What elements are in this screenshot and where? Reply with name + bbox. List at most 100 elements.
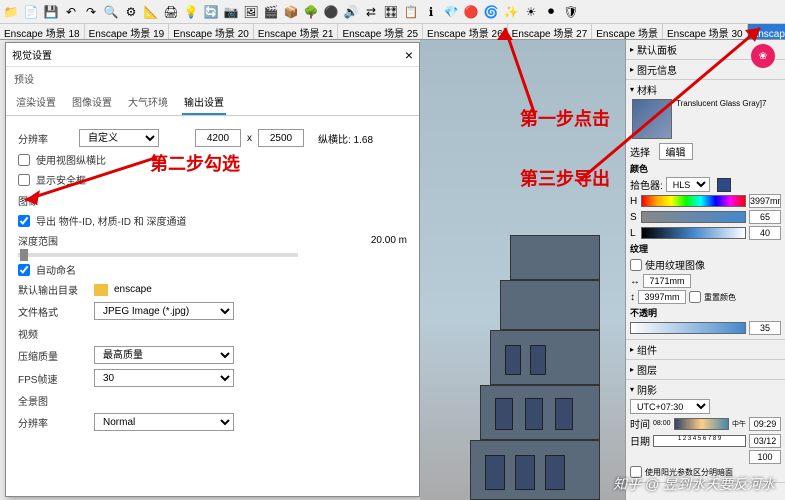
sat-input[interactable]: [749, 210, 781, 224]
edit-btn[interactable]: 编辑: [659, 143, 693, 160]
fps-select[interactable]: 30: [94, 369, 234, 387]
autoname-label: 自动命名: [36, 262, 76, 277]
toolbar-icon-16[interactable]: ⚫: [322, 3, 340, 21]
compress-select[interactable]: 最高质量: [94, 346, 234, 364]
res-height-input[interactable]: [258, 129, 304, 147]
toolbar-icon-5[interactable]: 🔍: [102, 3, 120, 21]
resolution-label: 分辨率: [18, 131, 73, 146]
toolbar-icon-2[interactable]: 💾: [42, 3, 60, 21]
materials-head[interactable]: 材料: [637, 82, 657, 97]
folder-icon[interactable]: [94, 284, 108, 296]
time-slider[interactable]: [674, 418, 729, 430]
hue-slider[interactable]: [641, 195, 746, 207]
toolbar-icon-28[interactable]: 🛡: [562, 3, 580, 21]
format-select[interactable]: JPEG Image (*.jpg): [94, 302, 234, 320]
tab-image[interactable]: 图像设置: [70, 90, 114, 115]
opacity-slider[interactable]: [630, 322, 746, 334]
viewport-ratio-label: 使用视图纵横比: [36, 152, 106, 167]
toolbar-icon-8[interactable]: 🖨: [162, 3, 180, 21]
date-slider[interactable]: 1 2 3 4 5 6 7 8 9: [653, 435, 746, 447]
scene-tab-9[interactable]: Enscape 场景 32: [748, 24, 785, 39]
toolbar-icon-25[interactable]: ✨: [502, 3, 520, 21]
toolbar-icon-12[interactable]: 🖼: [242, 3, 260, 21]
toolbar-icon-24[interactable]: 🌀: [482, 3, 500, 21]
tray-panel: ▸默认面板 ▸图元信息 ▾材料 Translucent Glass Gray]7…: [625, 40, 785, 500]
pano-res-label: 分辨率: [18, 415, 88, 430]
shadow-head[interactable]: 阴影: [637, 382, 657, 397]
layers-head[interactable]: 图层: [637, 362, 657, 377]
toolbar-icon-27[interactable]: ⏺: [542, 3, 560, 21]
opacity-input[interactable]: [749, 321, 781, 335]
safe-frame-checkbox[interactable]: [18, 174, 30, 186]
picker-select[interactable]: HLS: [666, 177, 710, 192]
count-input[interactable]: [749, 450, 781, 464]
safe-frame-label: 显示安全框: [36, 172, 86, 187]
scene-tab-2[interactable]: Enscape 场景 20: [169, 24, 254, 39]
tex-w-input[interactable]: [643, 274, 691, 288]
toolbar-icon-9[interactable]: 💡: [182, 3, 200, 21]
sat-slider[interactable]: [641, 211, 746, 223]
hue-input[interactable]: [749, 194, 781, 208]
tz-select[interactable]: UTC+07:30: [630, 399, 710, 414]
tab-atmos[interactable]: 大气环境: [126, 90, 170, 115]
toolbar-icon-1[interactable]: 📄: [22, 3, 40, 21]
toolbar-icon-15[interactable]: 🌳: [302, 3, 320, 21]
3d-viewport[interactable]: [420, 40, 625, 500]
toolbar-icon-22[interactable]: 💎: [442, 3, 460, 21]
toolbar-icon-17[interactable]: 🔊: [342, 3, 360, 21]
reset-color-checkbox[interactable]: [689, 291, 701, 303]
toolbar-icon-14[interactable]: 📦: [282, 3, 300, 21]
time-input[interactable]: [749, 417, 781, 431]
toolbar-icon-10[interactable]: 🔄: [202, 3, 220, 21]
visual-settings-dialog: 视觉设置 × 预设 渲染设置 图像设置 大气环境 输出设置 分辨率 自定义 x …: [5, 42, 420, 497]
res-width-input[interactable]: [195, 129, 241, 147]
scene-tab-4[interactable]: Enscape 场景 25: [338, 24, 423, 39]
toolbar-icon-18[interactable]: ⇄: [362, 3, 380, 21]
tab-output[interactable]: 输出设置: [182, 90, 226, 115]
depth-label: 深度范围: [18, 233, 58, 248]
close-icon[interactable]: ×: [405, 47, 413, 63]
toolbar-icon-6[interactable]: ⚙: [122, 3, 140, 21]
toolbar-icon-26[interactable]: ☀: [522, 3, 540, 21]
scene-tab-6[interactable]: Enscape 场景 27: [508, 24, 593, 39]
components-head[interactable]: 组件: [637, 342, 657, 357]
scene-tab-7[interactable]: Enscape 场景: [592, 24, 663, 39]
toolbar-icon-0[interactable]: 📁: [2, 3, 20, 21]
depth-slider[interactable]: [18, 253, 298, 257]
pano-res-select[interactable]: Normal: [94, 413, 234, 431]
toolbar-icon-21[interactable]: ℹ: [422, 3, 440, 21]
meta-label[interactable]: 图元信息: [637, 62, 677, 77]
toolbar-icon-7[interactable]: 📐: [142, 3, 160, 21]
toolbar-icon-4[interactable]: ↷: [82, 3, 100, 21]
material-swatch[interactable]: [632, 99, 672, 139]
autoname-checkbox[interactable]: [18, 264, 30, 276]
main-toolbar: 📁📄💾↶↷🔍⚙📐🖨💡🔄📷🖼🎬📦🌳⚫🔊⇄🎛📋ℹ💎🔴🌀✨☀⏺🛡: [0, 0, 785, 24]
default-panel-label[interactable]: 默认面板: [637, 42, 677, 57]
tex-h-input[interactable]: [638, 290, 686, 304]
toolbar-icon-19[interactable]: 🎛: [382, 3, 400, 21]
scene-tab-0[interactable]: Enscape 场景 18: [0, 24, 85, 39]
select-btn[interactable]: 选择: [630, 144, 650, 159]
lit-slider[interactable]: [641, 227, 746, 239]
toolbar-icon-20[interactable]: 📋: [402, 3, 420, 21]
res-x: x: [247, 133, 252, 144]
toolbar-icon-11[interactable]: 📷: [222, 3, 240, 21]
tab-render[interactable]: 渲染设置: [14, 90, 58, 115]
toolbar-icon-3[interactable]: ↶: [62, 3, 80, 21]
toolbar-icon-13[interactable]: 🎬: [262, 3, 280, 21]
image-section-head: 图像: [18, 193, 407, 208]
use-tex-checkbox[interactable]: [630, 259, 642, 271]
toolbar-icon-23[interactable]: 🔴: [462, 3, 480, 21]
scene-tab-3[interactable]: Enscape 场景 21: [254, 24, 339, 39]
viewport-ratio-checkbox[interactable]: [18, 154, 30, 166]
pano-section-head: 全景图: [18, 393, 407, 408]
scene-tab-5[interactable]: Enscape 场景 26: [423, 24, 508, 39]
outdir-label: 默认输出目录: [18, 282, 88, 297]
picker-label: 拾色器:: [630, 177, 663, 192]
resolution-mode-select[interactable]: 自定义: [79, 129, 159, 147]
scene-tab-8[interactable]: Enscape 场景 30: [663, 24, 748, 39]
lit-input[interactable]: [749, 226, 781, 240]
date-input[interactable]: [749, 434, 781, 448]
export-ids-checkbox[interactable]: [18, 215, 30, 227]
scene-tab-1[interactable]: Enscape 场景 19: [85, 24, 170, 39]
